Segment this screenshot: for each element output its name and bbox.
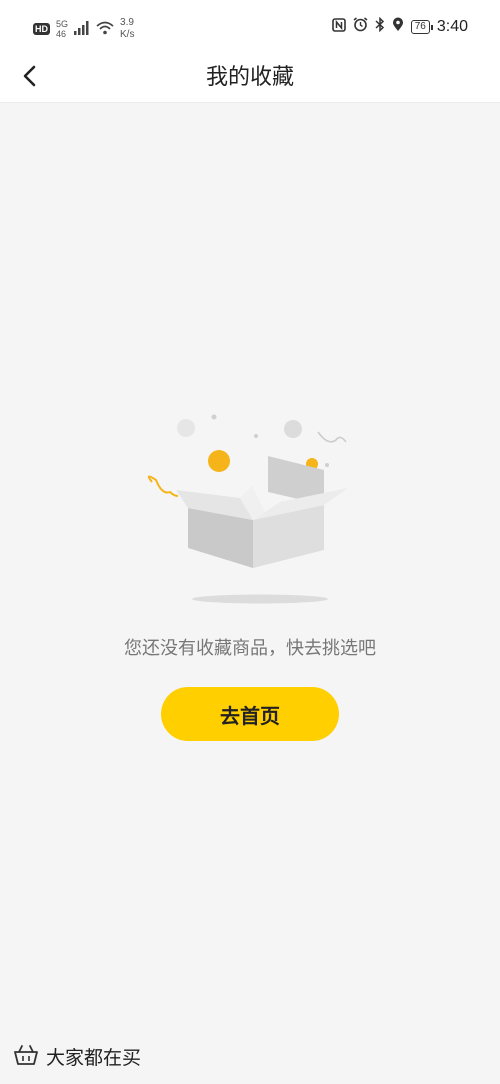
go-home-button[interactable]: 去首页 (161, 687, 339, 741)
location-icon (392, 17, 404, 36)
status-bar: HD 5G 46 3.9 K/s 76 3:40 (0, 0, 500, 56)
status-time: 3:40 (436, 17, 468, 35)
empty-box-illustration (140, 400, 360, 610)
empty-message: 您还没有收藏商品，快去挑选吧 (124, 638, 376, 659)
network-sub-label: 46 (56, 29, 67, 39)
recommendation-title: 大家都在买 (46, 1047, 142, 1069)
recommendation-header: 大家都在买 (14, 1043, 141, 1070)
battery-indicator: 76 (410, 19, 434, 34)
alarm-icon (353, 17, 368, 36)
status-right: 76 3:40 (331, 16, 468, 36)
signal-icon (74, 20, 90, 39)
bluetooth-icon (375, 16, 385, 36)
speed-value: 3.9 (120, 17, 134, 28)
nfc-icon (331, 17, 346, 36)
network-type: 5G 46 (56, 19, 68, 39)
basket-icon (14, 1044, 38, 1070)
wifi-icon (96, 20, 114, 39)
network-speed: 3.9 K/s (120, 17, 134, 41)
hd-badge: HD (33, 23, 50, 35)
page-title: 我的收藏 (205, 65, 294, 90)
speed-unit: K/s (120, 29, 135, 40)
network-label: 5G (56, 19, 69, 29)
status-left: HD 5G 46 3.9 K/s (33, 17, 134, 41)
nav-bar: 我的收藏 (0, 56, 500, 103)
